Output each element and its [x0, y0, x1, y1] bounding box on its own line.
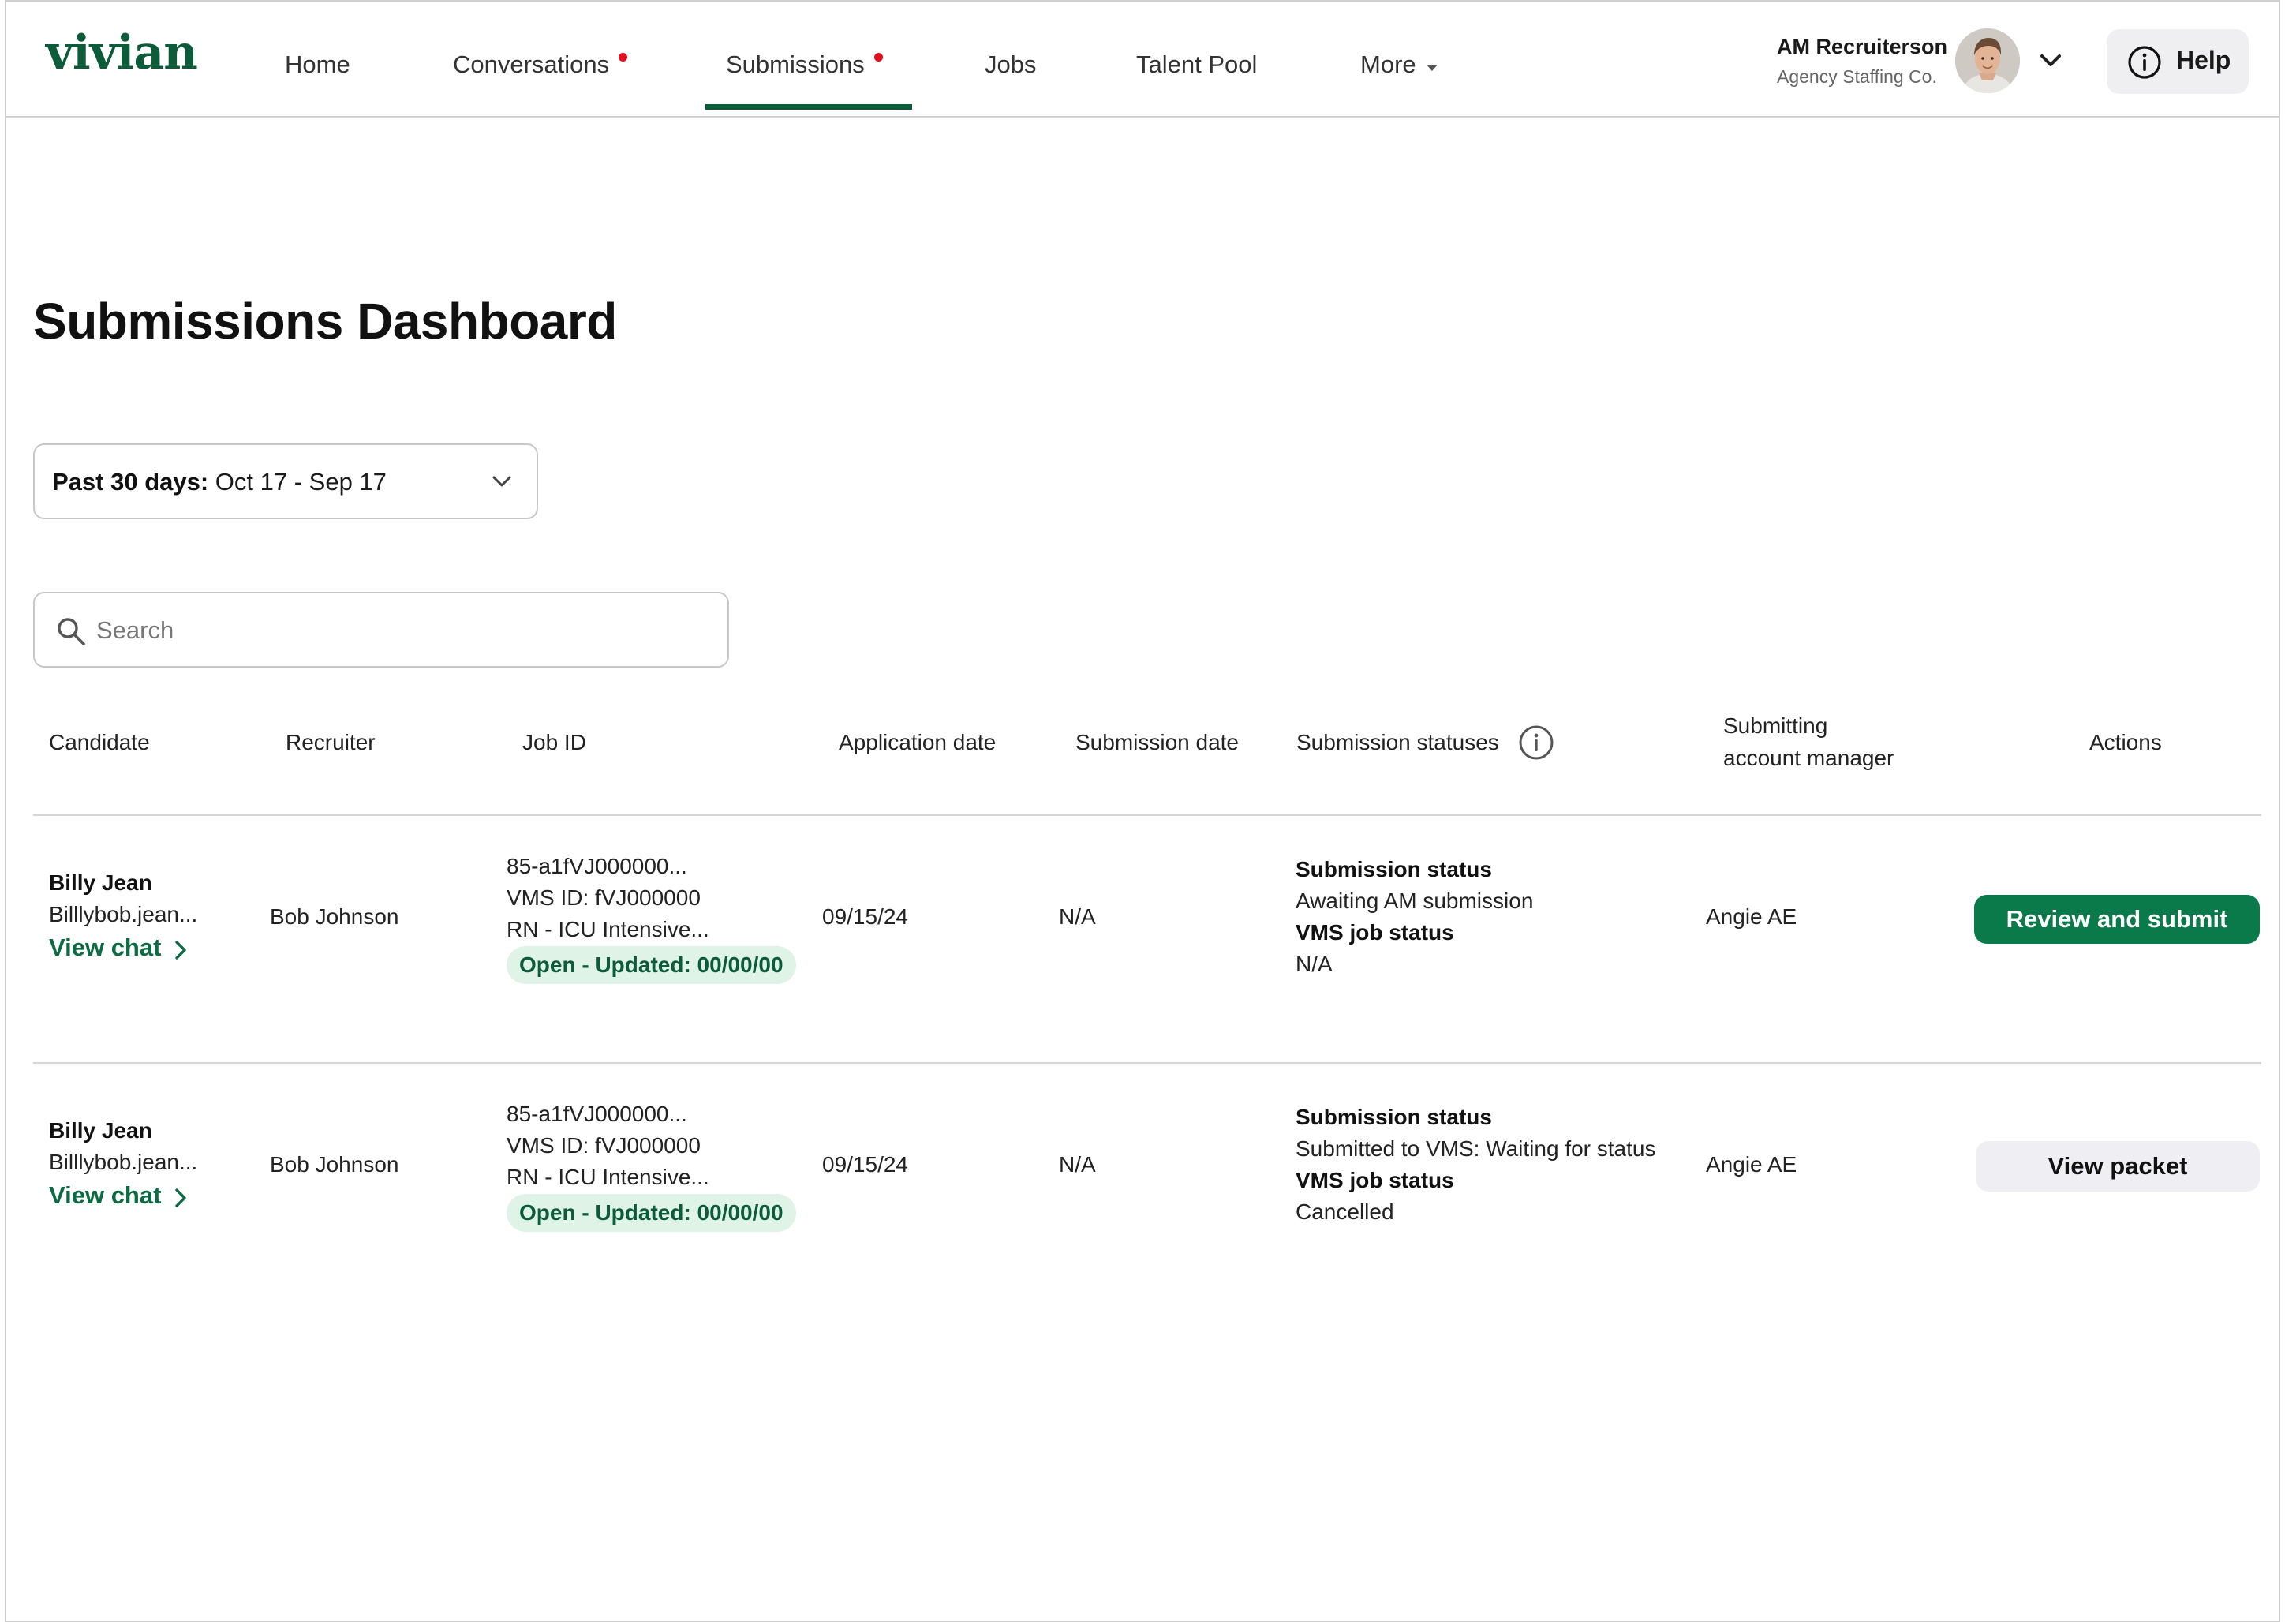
search-box[interactable] [33, 592, 729, 668]
vms-status-label: VMS job status [1296, 1168, 1454, 1192]
avatar[interactable] [1955, 28, 2020, 93]
user-name: AM Recruiterson [1777, 35, 1948, 58]
table-divider [33, 814, 2261, 816]
date-range-label: Past 30 days: Oct 17 - Sep 17 [52, 468, 387, 496]
candidate-name: Billy Jean [49, 1118, 152, 1143]
job-title: RN - ICU Intensive... [507, 917, 709, 941]
header-actions: Actions [2089, 730, 2162, 754]
chevron-down-icon[interactable] [2037, 49, 2064, 73]
header-candidate[interactable]: Candidate [49, 727, 150, 758]
app-frame [5, 0, 2280, 1622]
header-submitting-am-line1[interactable]: Submitting [1723, 710, 1827, 742]
submission-date: N/A [1059, 904, 1096, 929]
candidate-email: Billlybob.jean... [49, 1150, 198, 1174]
candidate-email: Billlybob.jean... [49, 902, 198, 926]
top-navigation: vivian Home Conversations Submissions Jo… [5, 0, 2280, 118]
candidate-name: Billy Jean [49, 870, 152, 895]
chevron-down-icon [492, 476, 511, 487]
nav-more[interactable]: More [1360, 51, 1416, 79]
account-manager: Angie AE [1706, 904, 1797, 929]
header-submission-statuses[interactable]: Submission statuses [1296, 727, 1499, 758]
vms-status-value: Cancelled [1296, 1199, 1394, 1224]
date-range-dropdown[interactable]: Past 30 days: Oct 17 - Sep 17 [33, 443, 538, 519]
job-status-badge: Open - Updated: 00/00/00 [507, 946, 796, 984]
submission-status-label: Submission status [1296, 857, 1492, 881]
submission-status-value: Awaiting AM submission [1296, 889, 1534, 913]
search-input[interactable] [96, 611, 696, 650]
nav-submissions[interactable]: Submissions [726, 51, 865, 79]
nav-conversations[interactable]: Conversations [453, 51, 609, 79]
application-date: 09/15/24 [822, 904, 908, 929]
avatar-image [1955, 28, 2020, 93]
page-title: Submissions Dashboard [33, 293, 617, 350]
header-submission-date[interactable]: Submission date [1075, 727, 1239, 758]
date-range-prefix: Past 30 days: [52, 468, 209, 496]
recruiter-name: Bob Johnson [270, 1152, 399, 1177]
vms-status-label: VMS job status [1296, 920, 1454, 945]
search-icon [58, 618, 85, 645]
vms-id: VMS ID: fVJ000000 [507, 885, 701, 910]
nav-talent-pool[interactable]: Talent Pool [1136, 51, 1257, 79]
info-icon[interactable] [1518, 724, 1554, 761]
info-circle-icon [2128, 46, 2161, 79]
job-title: RN - ICU Intensive... [507, 1165, 709, 1189]
header-application-date[interactable]: Application date [839, 727, 996, 758]
recruiter-name: Bob Johnson [270, 904, 399, 929]
conversations-notification-dot [619, 53, 627, 62]
date-range-value: Oct 17 - Sep 17 [215, 468, 387, 496]
job-status-badge: Open - Updated: 00/00/00 [507, 1194, 796, 1232]
help-label: Help [2176, 46, 2231, 74]
user-organization: Agency Staffing Co. [1777, 66, 1937, 87]
submissions-notification-dot [874, 53, 883, 62]
vivian-logo[interactable]: vivian [46, 25, 198, 80]
nav-home[interactable]: Home [285, 51, 350, 79]
review-and-submit-button[interactable]: Review and submit [1974, 895, 2260, 944]
caret-down-icon[interactable] [1427, 65, 1438, 71]
submission-status-value: Submitted to VMS: Waiting for status [1296, 1136, 1656, 1161]
active-tab-indicator [705, 104, 912, 110]
submission-date: N/A [1059, 1152, 1096, 1177]
help-button[interactable]: Help [2107, 29, 2249, 94]
vms-id: VMS ID: fVJ000000 [507, 1133, 701, 1158]
job-id: 85-a1fVJ000000... [507, 854, 687, 878]
view-chat-link[interactable]: View chat [49, 934, 161, 962]
header-job-id[interactable]: Job ID [522, 727, 586, 758]
chevron-right-icon[interactable] [172, 1186, 189, 1210]
view-chat-link[interactable]: View chat [49, 1181, 161, 1210]
view-packet-button[interactable]: View packet [1976, 1141, 2260, 1192]
header-recruiter[interactable]: Recruiter [286, 727, 376, 758]
table-divider [33, 1062, 2261, 1064]
submission-status-label: Submission status [1296, 1105, 1492, 1129]
job-id: 85-a1fVJ000000... [507, 1102, 687, 1126]
account-manager: Angie AE [1706, 1152, 1797, 1177]
application-date: 09/15/24 [822, 1152, 908, 1177]
vms-status-value: N/A [1296, 952, 1333, 976]
header-submitting-am-line2[interactable]: account manager [1723, 743, 1894, 774]
nav-jobs[interactable]: Jobs [985, 51, 1036, 79]
chevron-right-icon[interactable] [172, 938, 189, 962]
